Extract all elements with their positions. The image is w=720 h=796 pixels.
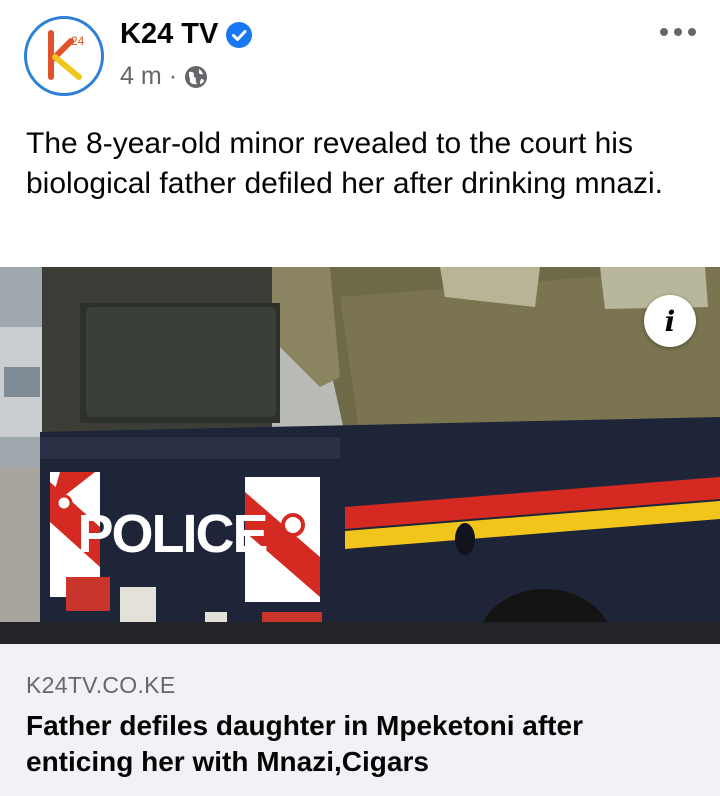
police-truck-image: POLICE — [0, 267, 720, 644]
link-preview-image[interactable]: POLICE i — [0, 267, 720, 644]
link-preview-footer[interactable]: K24TV.CO.KE Father defiles daughter in M… — [0, 644, 720, 796]
verified-badge-icon — [226, 21, 253, 48]
k24-logo-icon: 24 — [48, 30, 85, 80]
more-options-button[interactable] — [654, 18, 702, 46]
police-label: POLICE — [77, 504, 266, 564]
post-text: The 8-year-old minor revealed to the cou… — [26, 127, 664, 200]
link-title[interactable]: Father defiles daughter in Mpeketoni aft… — [26, 708, 696, 780]
ad-info-button[interactable]: i — [644, 295, 696, 347]
page-avatar[interactable]: 24 — [24, 16, 104, 96]
info-icon: i — [664, 304, 676, 338]
link-preview-card[interactable]: POLICE i K24TV.CO.KE Father defiles daug… — [0, 267, 720, 796]
page-name-link[interactable]: K24 TV — [120, 18, 253, 51]
post-timestamp[interactable]: 4 m — [120, 62, 162, 91]
post-header: 24 K24 TV 4 m · — [0, 0, 720, 112]
link-domain: K24TV.CO.KE — [26, 672, 176, 698]
meta-separator: · — [168, 62, 178, 90]
more-dot-icon — [674, 28, 682, 36]
more-dot-icon — [660, 28, 668, 36]
more-dot-icon — [688, 28, 696, 36]
page-name[interactable]: K24 TV — [120, 18, 218, 51]
globe-icon — [185, 65, 208, 88]
post-meta: 4 m · — [120, 62, 208, 91]
avatar-text: 24 — [71, 34, 85, 48]
